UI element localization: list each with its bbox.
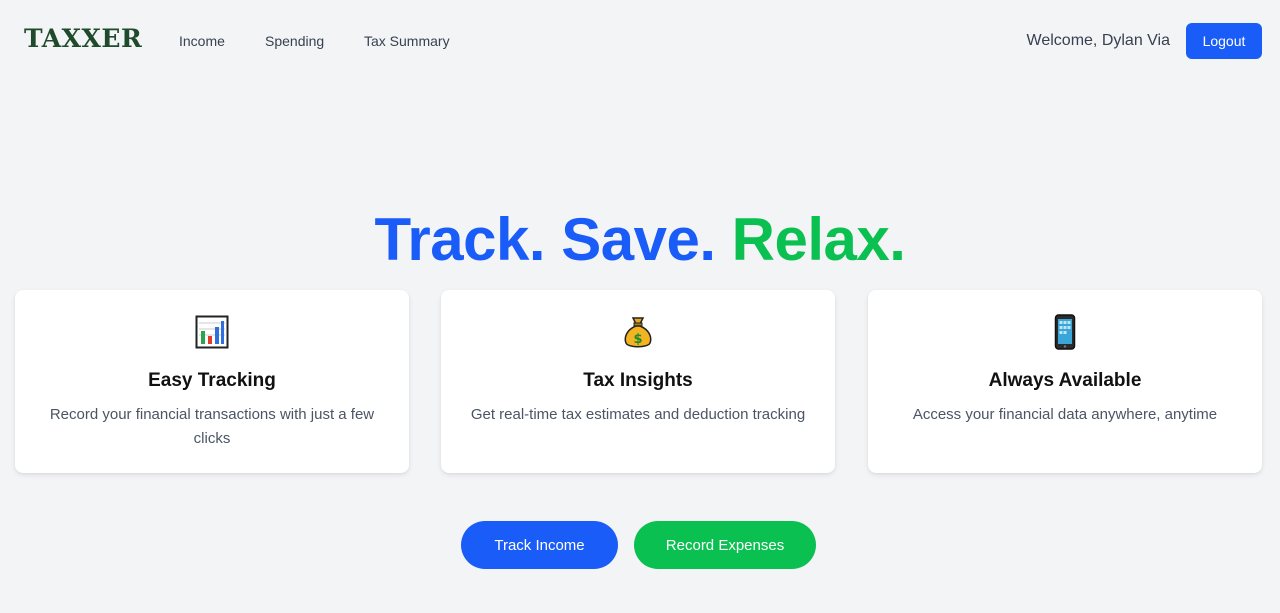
mobile-phone-icon	[868, 314, 1262, 350]
logout-button[interactable]: Logout	[1186, 23, 1262, 59]
feature-description: Access your financial data anywhere, any…	[912, 406, 1218, 423]
top-nav: TAXXER Income Spending Tax Summary Welco…	[0, 0, 1280, 82]
feature-card-tax-insights: $ Tax Insights Get real-time tax estimat…	[441, 290, 835, 473]
nav-link-spending[interactable]: Spending	[265, 33, 324, 49]
nav-link-income[interactable]: Income	[179, 33, 225, 49]
taxxer-logo[interactable]: TAXXER	[24, 24, 142, 53]
feature-title: Always Available	[988, 370, 1142, 391]
headline-word-save: Save.	[561, 206, 716, 273]
svg-text:$: $	[633, 332, 642, 347]
feature-card-always-available: Always Available Access your financial d…	[868, 290, 1262, 473]
bar-chart-icon	[15, 314, 409, 350]
record-expenses-button[interactable]: Record Expenses	[634, 521, 816, 569]
headline-word-relax: Relax.	[731, 206, 906, 273]
money-bag-icon: $	[441, 314, 835, 350]
track-income-button[interactable]: Track Income	[461, 521, 618, 569]
feature-description: Record your financial transactions with …	[49, 406, 375, 447]
welcome-message: Welcome, Dylan Via	[1026, 32, 1170, 49]
headline-word-track: Track.	[374, 206, 546, 273]
feature-title: Tax Insights	[583, 370, 693, 391]
nav-link-tax-summary[interactable]: Tax Summary	[364, 33, 450, 49]
feature-description: Get real-time tax estimates and deductio…	[470, 406, 806, 423]
hero-headline: Track. Save. Relax.	[0, 205, 1280, 274]
feature-title: Easy Tracking	[148, 370, 276, 391]
feature-card-easy-tracking: Easy Tracking Record your financial tran…	[15, 290, 409, 473]
